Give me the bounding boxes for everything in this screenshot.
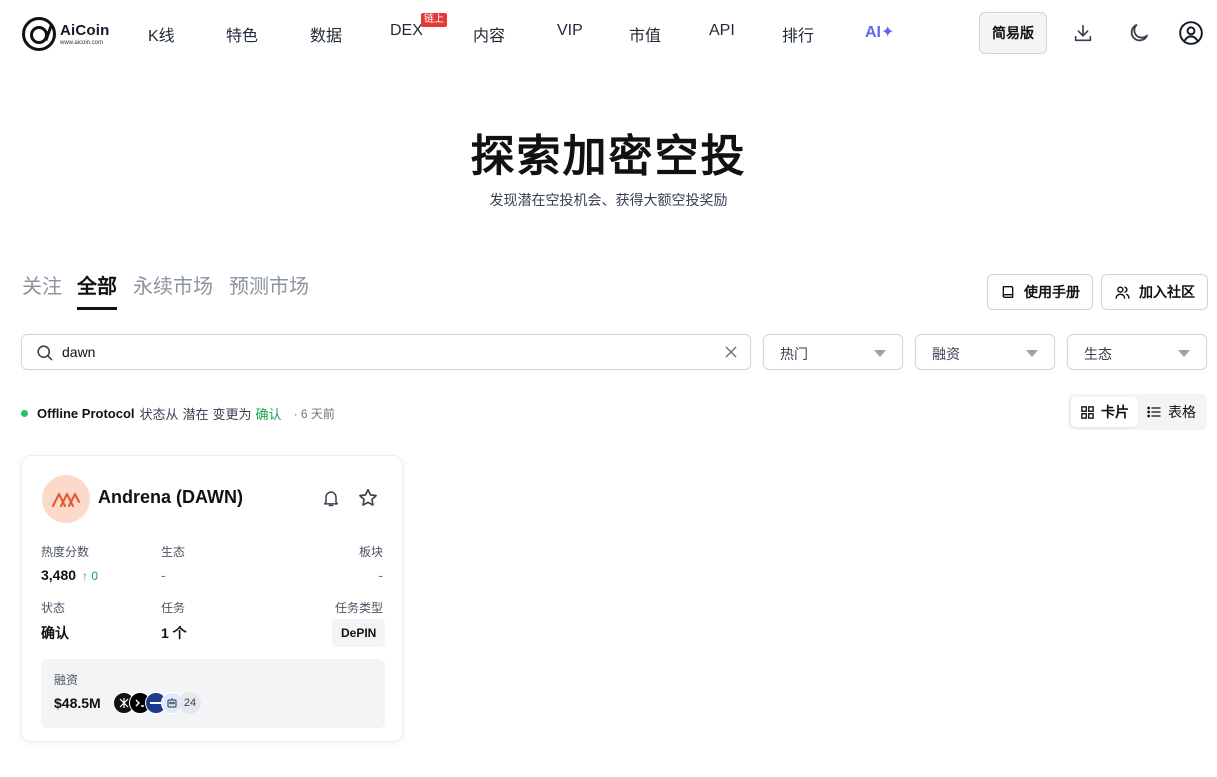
- nav-item-content[interactable]: 内容: [473, 22, 505, 46]
- table-view-label: 表格: [1168, 404, 1196, 420]
- tasks-label: 任务: [161, 601, 186, 615]
- card-view-button[interactable]: 卡片: [1071, 397, 1138, 427]
- andrena-logo: [42, 475, 90, 523]
- top-header: AiCoin www.aicoin.com K线 特色 数据 DEX 链上 内容…: [0, 0, 1217, 66]
- status-value: 确认: [41, 625, 69, 641]
- project-name[interactable]: Andrena (DAWN): [98, 487, 243, 508]
- aicoin-logo[interactable]: AiCoin www.aicoin.com: [22, 14, 122, 54]
- nav-item-dex[interactable]: DEX 链上: [390, 13, 447, 40]
- funding-label: 融资: [54, 673, 79, 687]
- nav-item-data[interactable]: 数据: [310, 22, 342, 46]
- join-community-label: 加入社区: [1139, 284, 1195, 300]
- view-toggle: 卡片 表格: [1068, 394, 1207, 430]
- hot-sort-select[interactable]: 热门: [763, 334, 903, 370]
- join-community-button[interactable]: 加入社区: [1101, 274, 1208, 310]
- onchain-badge: 链上: [421, 13, 447, 27]
- heat-score-change: ↑ 0: [82, 569, 99, 583]
- nav-item-features[interactable]: 特色: [226, 22, 258, 46]
- status-time: · 6 天前: [293, 406, 335, 421]
- task-type-label: 任务类型: [334, 601, 383, 615]
- tab-prediction-market[interactable]: 预测市场: [229, 270, 309, 299]
- nav-item-market-cap[interactable]: 市值: [629, 22, 661, 46]
- sector-label: 板块: [358, 545, 383, 559]
- status-update-ticker[interactable]: Offline Protocol 状态从 潜在 变更为 确认 · 6 天前: [21, 404, 335, 422]
- investor-count-badge[interactable]: 24: [179, 692, 201, 714]
- search-box[interactable]: [21, 334, 751, 370]
- chevron-down-icon: [874, 350, 886, 357]
- clear-search-icon[interactable]: [723, 344, 739, 360]
- nav-item-api[interactable]: API: [709, 22, 735, 40]
- list-icon: [1147, 406, 1161, 418]
- page-title: 探索加密空投: [470, 131, 747, 182]
- chevron-down-icon: [1178, 350, 1190, 357]
- heat-score-value: 3,480 ↑ 0: [41, 567, 98, 583]
- tab-all[interactable]: 全部: [77, 270, 117, 299]
- nav-item-ranking[interactable]: 排行: [782, 22, 814, 46]
- download-icon[interactable]: [1069, 19, 1097, 47]
- funding-filter-select[interactable]: 融资: [915, 334, 1055, 370]
- chevron-down-icon: [1026, 350, 1038, 357]
- simple-version-button[interactable]: 简易版: [979, 12, 1047, 54]
- users-icon: [1115, 285, 1130, 299]
- card-view-label: 卡片: [1101, 404, 1129, 420]
- funding-value: $48.5M: [54, 695, 101, 711]
- hot-sort-value: 热门: [780, 346, 808, 362]
- nav-item-kline[interactable]: K线: [148, 22, 175, 46]
- funding-filter-value: 融资: [932, 346, 960, 362]
- ecosystem-filter-value: 生态: [1084, 346, 1112, 362]
- ecosystem-filter-select[interactable]: 生态: [1067, 334, 1207, 370]
- airdrop-card[interactable]: Andrena (DAWN) 热度分数 3,480 ↑ 0 生态 - 板块 - 状…: [21, 455, 403, 742]
- tab-perpetual-market[interactable]: 永续市场: [133, 270, 213, 299]
- ecosystem-label: 生态: [161, 545, 186, 559]
- nav-item-vip[interactable]: VIP: [557, 22, 583, 40]
- bell-icon[interactable]: [321, 488, 341, 508]
- sector-value: -: [378, 567, 383, 583]
- active-tab-indicator: [77, 307, 117, 310]
- search-icon: [37, 345, 53, 361]
- status-label: 状态: [41, 601, 66, 615]
- status-to: 确认: [255, 406, 282, 422]
- heat-score-label: 热度分数: [41, 545, 90, 559]
- task-type-tag: DePIN: [332, 619, 386, 647]
- status-project-name: Offline Protocol: [37, 405, 135, 421]
- moon-icon[interactable]: [1125, 19, 1153, 47]
- grid-icon: [1081, 405, 1094, 419]
- star-icon[interactable]: [357, 487, 379, 509]
- user-manual-label: 使用手册: [1024, 284, 1080, 300]
- heat-score-number: 3,480: [41, 567, 77, 583]
- status-text-before: 状态从: [139, 406, 179, 422]
- search-input[interactable]: [62, 341, 702, 363]
- aicoin-logo-icon: [22, 17, 56, 51]
- brand-name: AiCoin: [60, 21, 110, 39]
- nav-item-ai[interactable]: AI✦: [865, 22, 894, 42]
- funding-panel: 融资 $48.5M 24: [41, 659, 385, 728]
- brand-url: www.aicoin.com: [60, 39, 104, 46]
- tab-following[interactable]: 关注: [22, 270, 62, 299]
- table-view-button[interactable]: 表格: [1137, 397, 1205, 427]
- tasks-value: 1 个: [161, 625, 187, 641]
- status-dot: [21, 409, 28, 417]
- nav-item-dex-label: DEX: [390, 22, 423, 39]
- ecosystem-value: -: [161, 567, 166, 583]
- status-text-middle: 变更为: [212, 406, 252, 422]
- page-subtitle: 发现潜在空投机会、获得大额空投奖励: [489, 193, 728, 209]
- book-icon: [1002, 286, 1014, 298]
- user-manual-button[interactable]: 使用手册: [987, 274, 1093, 310]
- user-icon[interactable]: [1177, 19, 1205, 47]
- status-from: 潜在: [182, 406, 209, 422]
